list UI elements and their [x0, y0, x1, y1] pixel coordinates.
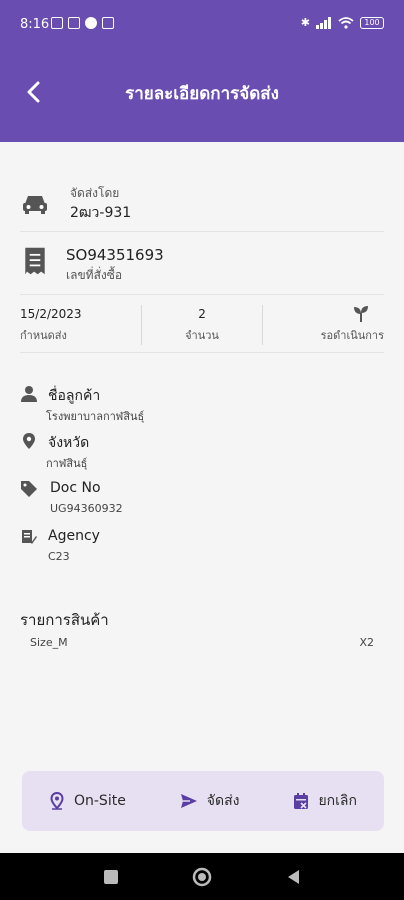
due-date-value: 15/2/2023	[20, 307, 82, 321]
edit-document-icon	[22, 530, 37, 544]
doc-label: Doc No	[50, 480, 101, 496]
location-pin-icon	[23, 433, 35, 449]
agency-label: Agency	[48, 528, 100, 544]
calendar-cancel-icon	[294, 793, 309, 809]
delivery-label: จัดส่งโดย	[70, 186, 120, 200]
wifi-icon	[338, 16, 354, 29]
doc-value: UG94360932	[50, 502, 123, 515]
status-label: รอดำเนินการ	[320, 329, 385, 342]
summary-grid: 15/2/2023 กำหนดส่ง 2 จำนวน รอดำเนินการ	[20, 305, 384, 345]
customer-row: ชื่อลูกค้า โรงพยาบาลกาฬสินธุ์	[20, 385, 384, 425]
onsite-button[interactable]: On-Site	[49, 792, 126, 810]
product-name: Size_M	[30, 636, 68, 649]
product-qty: X2	[359, 636, 374, 649]
divider	[20, 352, 384, 353]
check-circle-icon	[85, 17, 97, 29]
onsite-label: On-Site	[73, 793, 126, 809]
cancel-button[interactable]: ยกเลิก	[293, 790, 357, 812]
cancel-label: ยกเลิก	[318, 793, 357, 809]
app-icon	[68, 17, 80, 29]
chat-icon	[102, 17, 114, 29]
quantity-cell: 2 จำนวน	[140, 305, 263, 345]
province-row: จังหวัด กาฬสินธุ์	[20, 432, 384, 472]
due-date-cell: 15/2/2023 กำหนดส่ง	[20, 305, 141, 345]
delivery-section: จัดส่งโดย 2ฒว-931	[20, 182, 384, 226]
car-icon	[23, 196, 47, 214]
order-section: SO94351693 เลขที่สั่งซื้อ	[20, 244, 384, 288]
agency-row: Agency C23	[20, 528, 384, 568]
bluetooth-icon: ✱	[300, 16, 310, 29]
person-icon	[21, 386, 37, 402]
order-number: SO94351693	[66, 246, 164, 264]
due-date-label: กำหนดส่ง	[20, 329, 67, 342]
ship-button[interactable]: จัดส่ง	[180, 790, 240, 812]
location-pin-icon	[50, 792, 64, 810]
back-nav-icon[interactable]	[284, 867, 304, 887]
divider	[20, 294, 384, 295]
tag-icon	[21, 481, 37, 497]
status-cell: รอดำเนินการ	[262, 305, 384, 345]
system-nav-bar	[0, 853, 404, 900]
app-bar: รายละเอียดการจัดส่ง	[0, 50, 404, 142]
order-label: เลขที่สั่งซื้อ	[66, 268, 123, 282]
notification-icons	[51, 17, 114, 29]
agency-value: C23	[48, 550, 70, 563]
province-label: จังหวัด	[48, 435, 90, 451]
list-item: Size_M X2	[30, 636, 374, 649]
page-title: รายละเอียดการจัดส่ง	[125, 84, 279, 104]
receipt-icon	[25, 247, 45, 275]
send-icon	[180, 794, 197, 808]
doc-row: Doc No UG94360932	[20, 480, 384, 520]
system-icons: ✱ 100	[301, 16, 384, 29]
customer-label: ชื่อลูกค้า	[48, 388, 101, 404]
customer-value: โรงพยาบาลกาฬสินธุ์	[46, 410, 145, 423]
home-icon[interactable]	[192, 867, 212, 887]
signal-icon	[316, 16, 331, 29]
quantity-value: 2	[198, 307, 206, 321]
province-value: กาฬสินธุ์	[46, 457, 88, 470]
recent-apps-icon[interactable]	[101, 867, 121, 887]
divider	[20, 231, 384, 232]
action-bar: On-Site จัดส่ง ยกเลิก	[22, 771, 384, 831]
gallery-icon	[51, 17, 63, 29]
status-bar: 8:16 ✱ 100	[0, 0, 404, 50]
products-title: รายการสินค้า	[20, 611, 109, 629]
quantity-label: จำนวน	[185, 329, 219, 342]
battery-icon: 100	[360, 16, 384, 29]
clock: 8:16	[20, 17, 50, 32]
ship-label: จัดส่ง	[206, 793, 240, 809]
sprout-icon	[354, 306, 369, 322]
delivery-value: 2ฒว-931	[70, 205, 132, 221]
